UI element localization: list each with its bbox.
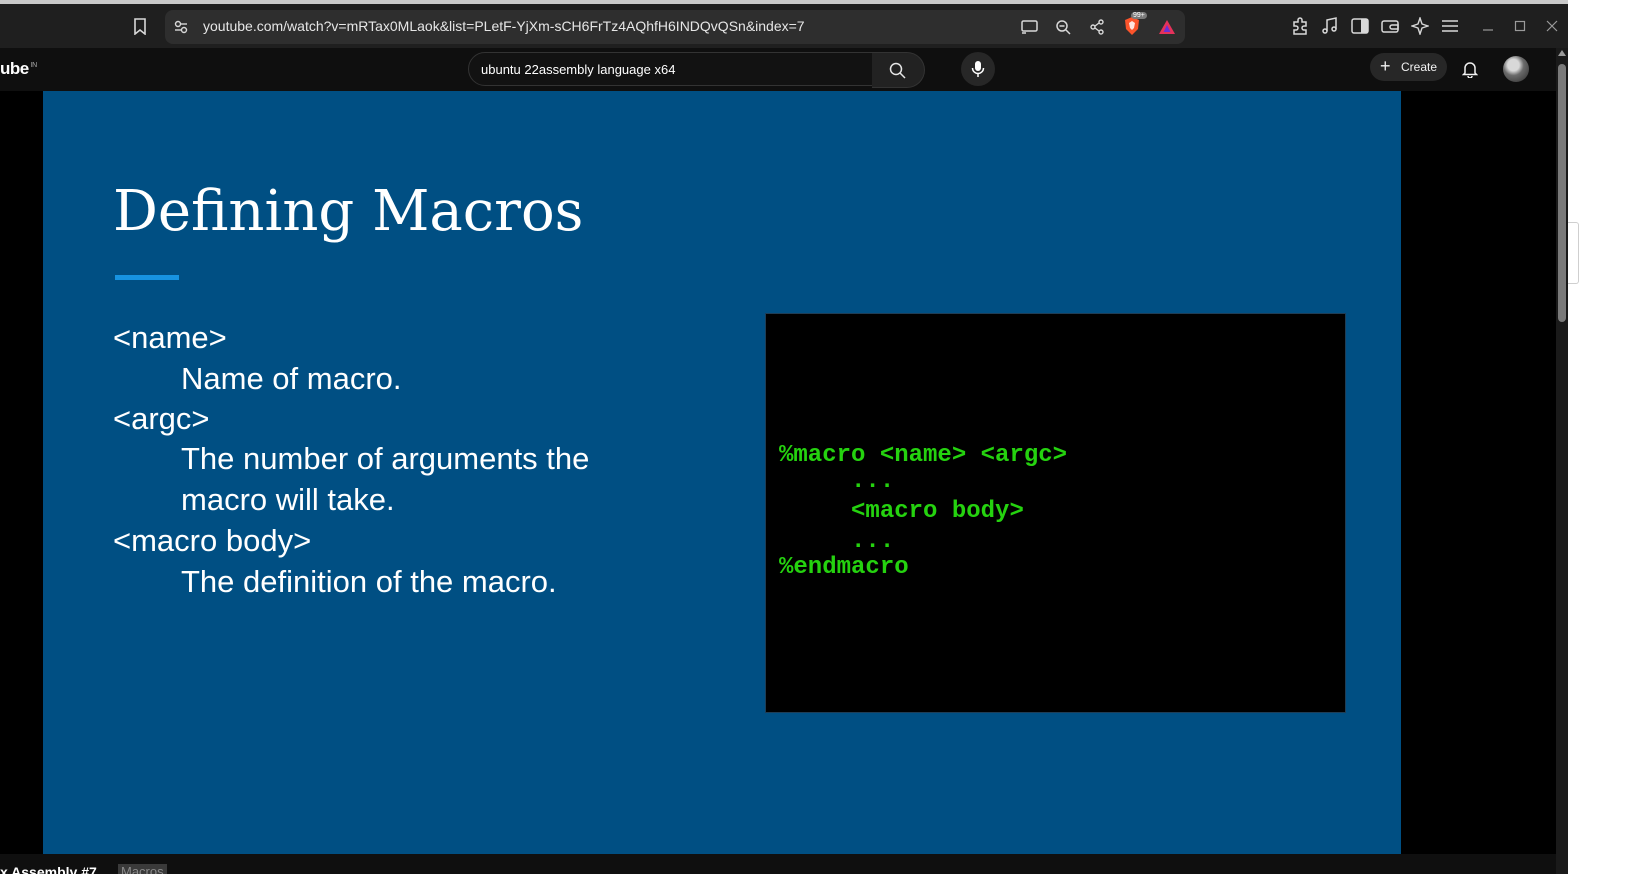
microphone-icon (966, 57, 990, 81)
minimize-icon[interactable] (1476, 14, 1500, 38)
title-underline (115, 275, 179, 280)
side-panel-handle[interactable] (1568, 222, 1579, 284)
plus-icon: + (1380, 56, 1391, 76)
menu-icon[interactable] (1438, 14, 1462, 38)
media-icon[interactable] (1318, 14, 1342, 38)
video-title[interactable]: x Assembly #7 (0, 864, 97, 874)
youtube-header: ubeIN + Create (0, 48, 1556, 91)
search-icon (885, 58, 909, 82)
code-line: ... (779, 468, 895, 495)
definition-description: macro will take. (181, 482, 395, 517)
youtube-logo[interactable]: ube IN (0, 59, 37, 79)
notifications-bell-icon[interactable] (1458, 57, 1482, 81)
definition-term: <macro body> (113, 523, 312, 558)
url-text[interactable]: youtube.com/watch?v=mRTax0MLaok&list=PLe… (203, 18, 805, 34)
page-scrollbar[interactable] (1556, 48, 1568, 874)
site-info-icon[interactable] (169, 15, 193, 39)
maximize-icon[interactable] (1508, 14, 1532, 38)
search-button[interactable] (872, 52, 925, 88)
browser-toolbar: youtube.com/watch?v=mRTax0MLaok&list=PLe… (0, 4, 1568, 48)
close-window-icon[interactable] (1540, 14, 1564, 38)
zoom-out-icon[interactable] (1051, 15, 1075, 39)
definition-description: Name of macro. (181, 361, 402, 396)
region-code: IN (30, 62, 38, 70)
youtube-logo-text: ube (0, 59, 29, 78)
wallet-icon[interactable] (1378, 14, 1402, 38)
code-line: %endmacro (779, 554, 909, 581)
cast-icon[interactable] (1018, 15, 1042, 39)
shields-badge: 99+ (1131, 12, 1147, 19)
code-line: %macro <name> <argc> (779, 442, 1068, 469)
leo-ai-icon[interactable] (1408, 14, 1432, 38)
extensions-icon[interactable] (1288, 14, 1312, 38)
brave-rewards-icon[interactable] (1155, 15, 1179, 39)
search-input[interactable] (481, 59, 831, 79)
scroll-up-arrow-icon[interactable] (1558, 50, 1566, 56)
slide-title: Defining Macros (113, 179, 584, 244)
search-box[interactable] (468, 52, 892, 86)
voice-search-button[interactable] (961, 52, 995, 86)
sidebar-icon[interactable] (1348, 14, 1372, 38)
create-button[interactable]: + Create (1370, 53, 1447, 81)
avatar[interactable] (1503, 56, 1529, 82)
definition-description: The definition of the macro. (181, 564, 557, 599)
slide: Defining Macros <name> Name of macro. <a… (43, 91, 1401, 854)
definition-term: <name> (113, 320, 227, 355)
definition-term: <argc> (113, 401, 210, 436)
bookmark-icon[interactable] (128, 14, 152, 38)
definition-description: The number of arguments the (181, 441, 590, 476)
scrollbar-thumb[interactable] (1558, 64, 1566, 322)
share-icon[interactable] (1085, 15, 1109, 39)
address-bar[interactable]: youtube.com/watch?v=mRTax0MLaok&list=PLe… (165, 10, 1185, 44)
code-line: <macro body> (779, 498, 1024, 525)
code-line: ... (779, 528, 895, 555)
create-label: Create (1401, 60, 1438, 74)
chapter-chip[interactable]: Macros (118, 864, 167, 874)
browser-window: youtube.com/watch?v=mRTax0MLaok&list=PLe… (0, 0, 1568, 874)
video-player[interactable]: Defining Macros <name> Name of macro. <a… (0, 91, 1556, 854)
code-example-panel: %macro <name> <argc> ... <macro body> ..… (765, 313, 1346, 713)
video-title-bar: x Assembly #7 Macros (0, 854, 1556, 874)
